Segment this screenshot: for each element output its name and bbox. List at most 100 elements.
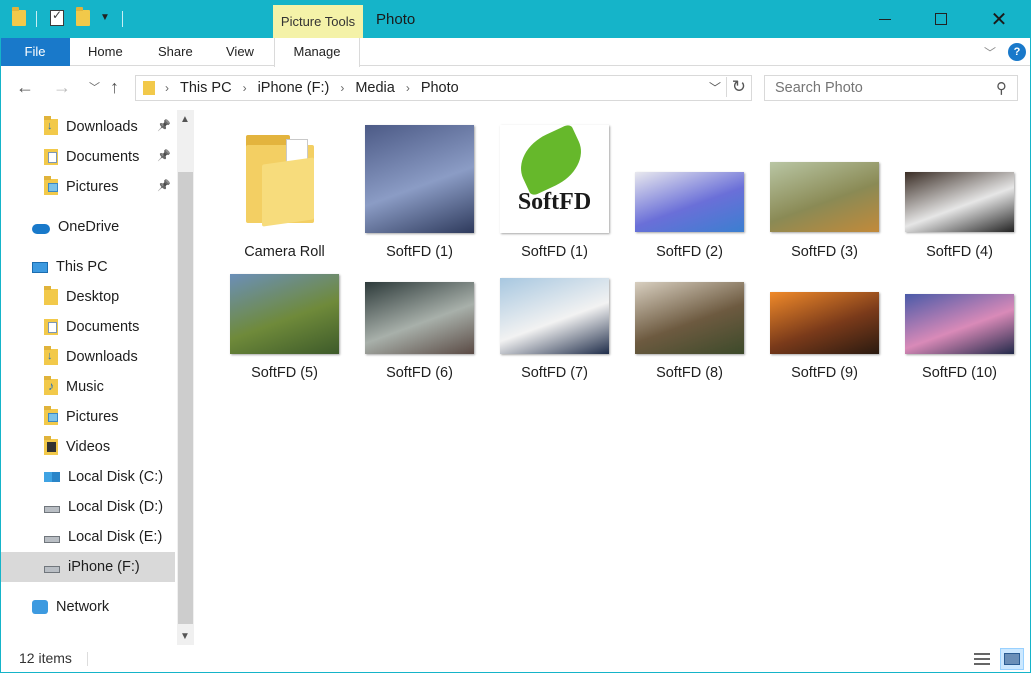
chevron-right-icon[interactable]: › [406, 81, 410, 95]
documents-folder-icon [44, 149, 58, 165]
pictures-folder-icon [44, 406, 58, 425]
sidebar-item-label: Local Disk (C:) [68, 469, 164, 485]
pin-icon[interactable]: 📌 [157, 149, 171, 162]
sidebar-item-this-pc[interactable]: This PC [0, 252, 175, 282]
sidebar-item-label: Videos [66, 439, 111, 455]
file-name-label: SoftFD (2) [656, 244, 723, 260]
refresh-icon[interactable]: ↻ [725, 77, 746, 97]
tab-manage[interactable]: Manage [274, 38, 360, 67]
sidebar-item-downloads[interactable]: Downloads [0, 342, 175, 372]
scrollbar-thumb[interactable] [178, 172, 193, 624]
network-icon [32, 600, 48, 614]
sidebar-item-documents[interactable]: Documents 📌 [0, 142, 175, 172]
chevron-down-icon[interactable]: ﹀ [709, 79, 721, 96]
search-input[interactable] [765, 76, 985, 100]
sidebar-item-label: OneDrive [58, 219, 120, 235]
close-button[interactable]: ✕ [976, 0, 1022, 38]
sidebar-item-label: Local Disk (D:) [68, 499, 164, 515]
sidebar-item-label: This PC [56, 259, 108, 275]
sidebar-item-local-disk-c[interactable]: Local Disk (C:) [0, 462, 175, 492]
search-icon[interactable]: ⚲ [996, 79, 1007, 97]
breadcrumb-media[interactable]: Media [355, 80, 395, 96]
image-thumbnail [770, 292, 879, 354]
sidebar-item-documents[interactable]: Documents [0, 312, 175, 342]
scroll-up-icon[interactable]: ▲ [180, 114, 190, 125]
folder-icon[interactable] [12, 7, 26, 26]
properties-icon[interactable] [50, 8, 64, 26]
search-box[interactable]: ⚲ [764, 75, 1018, 101]
folder-icon [242, 125, 322, 233]
documents-folder-icon [44, 319, 58, 335]
tab-file[interactable]: File [0, 38, 70, 66]
large-icons-view-icon[interactable] [1000, 648, 1024, 670]
maximize-button[interactable] [918, 0, 964, 38]
sidebar-item-pictures[interactable]: Pictures [0, 402, 175, 432]
image-thumbnail [635, 172, 744, 232]
chevron-right-icon[interactable]: › [165, 81, 169, 95]
new-folder-icon[interactable] [76, 7, 90, 26]
back-arrow-icon[interactable]: ← [16, 77, 34, 98]
sidebar-item-label: Downloads [66, 349, 138, 365]
address-bar[interactable]: › This PC › iPhone (F:) › Media › Photo … [135, 75, 752, 101]
image-thumbnail [365, 282, 474, 354]
recent-locations-icon[interactable]: ﹀ [89, 79, 100, 95]
customize-quick-access-icon[interactable]: ▼ [100, 12, 110, 23]
sidebar-item-label: Desktop [66, 289, 120, 305]
chevron-right-icon[interactable]: › [243, 81, 247, 95]
logo-thumbnail: SoftFD [500, 123, 609, 233]
sidebar-item-onedrive[interactable]: OneDrive [0, 212, 175, 242]
sidebar-item-music[interactable]: Music [0, 372, 175, 402]
sidebar-item-label: Music [66, 379, 104, 395]
image-thumbnail [230, 274, 339, 354]
sidebar-item-downloads[interactable]: Downloads 📌 [0, 112, 175, 142]
file-name-label: SoftFD (1) [521, 244, 588, 260]
image-thumbnail [770, 162, 879, 232]
pin-icon[interactable]: 📌 [157, 119, 171, 132]
nav-scrollbar[interactable]: ▲ ▼ [177, 110, 194, 645]
sidebar-item-local-disk-d[interactable]: Local Disk (D:) [0, 492, 175, 522]
image-thumbnail [905, 294, 1014, 354]
disk-icon [44, 565, 60, 573]
navigation-pane: Downloads 📌 Documents 📌 Pictures 📌 OneDrive Thi… [0, 110, 196, 645]
file-view: Camera Roll SoftFD (1) SoftFD SoftFD (1) Sof… [200, 110, 1031, 645]
chevron-right-icon[interactable]: › [340, 81, 344, 95]
music-folder-icon [44, 376, 58, 395]
picture-tools-tab[interactable]: Picture Tools [273, 5, 363, 38]
breadcrumb-photo[interactable]: Photo [421, 80, 459, 96]
sidebar-item-label: Documents [66, 319, 140, 335]
sidebar-item-iphone-f[interactable]: iPhone (F:) [0, 552, 175, 582]
image-thumbnail [500, 278, 609, 354]
file-name-label: SoftFD (6) [386, 365, 453, 381]
this-pc-icon [32, 261, 48, 273]
tab-share[interactable]: Share [158, 38, 193, 66]
help-icon[interactable]: ? [1008, 43, 1026, 61]
scroll-down-icon[interactable]: ▼ [180, 631, 190, 642]
breadcrumb-this-pc[interactable]: This PC [180, 80, 232, 96]
sidebar-item-label: Network [56, 599, 110, 615]
disk-icon [44, 505, 60, 513]
breadcrumb-iphone[interactable]: iPhone (F:) [258, 80, 330, 96]
sidebar-item-videos[interactable]: Videos [0, 432, 175, 462]
file-name-label: SoftFD (4) [926, 244, 993, 260]
tab-view[interactable]: View [226, 38, 254, 66]
up-arrow-icon[interactable]: ↑ [110, 77, 119, 98]
expand-ribbon-icon[interactable]: ﹀ [984, 44, 996, 61]
minimize-button[interactable] [862, 0, 908, 38]
sidebar-item-local-disk-e[interactable]: Local Disk (E:) [0, 522, 175, 552]
sidebar-item-network[interactable]: Network [0, 592, 175, 622]
sidebar-item-desktop[interactable]: Desktop [0, 282, 175, 312]
file-name-label: SoftFD (5) [251, 365, 318, 381]
minimize-icon [879, 18, 891, 20]
status-separator [87, 652, 88, 666]
file-name-label: SoftFD (3) [791, 244, 858, 260]
title-bar: ▼ Picture Tools Photo ✕ [0, 0, 1031, 38]
file-name-label: SoftFD (1) [386, 244, 453, 260]
quick-access-separator [122, 11, 123, 27]
pin-icon[interactable]: 📌 [157, 179, 171, 192]
tab-home[interactable]: Home [88, 38, 123, 66]
windows-disk-icon [44, 472, 60, 482]
details-view-icon[interactable] [972, 650, 992, 668]
downloads-folder-icon [44, 116, 58, 135]
sidebar-item-pictures[interactable]: Pictures 📌 [0, 172, 175, 202]
forward-arrow-icon[interactable]: → [53, 77, 71, 98]
